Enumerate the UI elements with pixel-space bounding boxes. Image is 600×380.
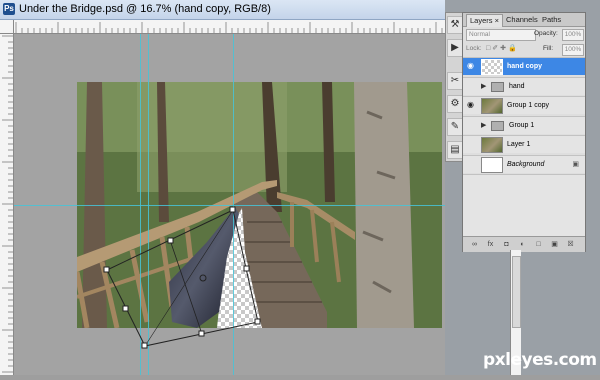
lock-icon: ▣: [572, 160, 579, 168]
panel-tab-bar: Layers × Channels Paths: [463, 13, 585, 27]
horizontal-ruler[interactable]: [0, 20, 445, 34]
layer-row[interactable]: Background ▣: [463, 154, 585, 173]
fill-field[interactable]: 100%: [562, 44, 584, 56]
tab-layers[interactable]: Layers ×: [466, 14, 503, 27]
mask-icon[interactable]: ◘: [501, 239, 512, 250]
layer-thumbnail[interactable]: [481, 98, 503, 114]
new-group-icon[interactable]: □: [533, 239, 544, 250]
visibility-toggle[interactable]: [465, 119, 476, 131]
layer-name: hand: [509, 82, 525, 90]
layer-thumbnail[interactable]: [481, 59, 503, 75]
scissors-icon[interactable]: ✂: [447, 72, 463, 90]
opacity-field[interactable]: 100%: [562, 29, 584, 41]
guide-vertical[interactable]: [140, 34, 141, 375]
layer-row[interactable]: Layer 1: [463, 135, 585, 153]
document-title-bar[interactable]: Ps Under the Bridge.psd @ 16.7% (hand co…: [0, 0, 445, 20]
layer-thumbnail[interactable]: [481, 137, 503, 153]
scrollbar-thumb[interactable]: [512, 256, 521, 328]
folder-icon: [491, 81, 504, 92]
layer-row[interactable]: ▶ hand: [463, 76, 585, 95]
trash-icon[interactable]: ☒: [565, 239, 576, 250]
video-icon[interactable]: ▶: [447, 39, 463, 57]
layer-row[interactable]: ▶ Group 1: [463, 115, 585, 134]
gear-icon[interactable]: ⚙: [447, 95, 463, 113]
layer-name: Layer 1: [507, 141, 531, 148]
eye-icon[interactable]: ◉: [465, 99, 476, 111]
history-brush-icon[interactable]: ⚒: [447, 16, 463, 34]
photoshop-icon: Ps: [3, 3, 15, 15]
watermark: pxleyes.com: [483, 350, 597, 370]
collapsed-panels-strip: ⚒ ▶ ✂ ⚙ ✎ ▤: [445, 12, 463, 162]
link-icon[interactable]: ∞: [469, 239, 480, 250]
fill-label: Fill:: [543, 45, 554, 52]
layer-row[interactable]: ◉ hand copy: [463, 57, 585, 75]
layer-name: hand copy: [507, 63, 543, 70]
layers-footer: ∞ fx ◘ ◐ □ ▣ ☒: [463, 236, 585, 252]
tab-paths[interactable]: Paths: [539, 14, 564, 26]
lock-icons[interactable]: □✐✚🔒: [486, 44, 519, 54]
blend-mode-select[interactable]: Normal: [466, 29, 536, 41]
opacity-label: Opacity:: [534, 30, 558, 37]
brush-icon[interactable]: ✎: [447, 118, 463, 136]
vertical-ruler[interactable]: [0, 20, 14, 375]
expand-triangle-icon[interactable]: ▶: [481, 121, 486, 130]
layer-name: Group 1: [509, 121, 535, 129]
visibility-toggle[interactable]: [465, 80, 476, 92]
layer-name: Background: [507, 160, 545, 168]
tab-channels[interactable]: Channels: [503, 14, 541, 26]
layer-thumbnail[interactable]: [481, 156, 503, 173]
visibility-toggle[interactable]: [465, 158, 476, 170]
guide-horizontal[interactable]: [14, 205, 445, 206]
layers-empty-area: [463, 174, 585, 237]
fx-icon[interactable]: fx: [485, 239, 496, 250]
new-layer-icon[interactable]: ▣: [549, 239, 560, 250]
folder-icon: [491, 120, 504, 131]
guide-vertical[interactable]: [148, 34, 149, 375]
ruler-origin[interactable]: [0, 20, 14, 34]
expand-triangle-icon[interactable]: ▶: [481, 82, 486, 91]
visibility-toggle[interactable]: [465, 138, 476, 150]
layer-name: Group 1 copy: [507, 102, 550, 109]
document-title: Under the Bridge.psd @ 16.7% (hand copy,…: [19, 3, 271, 15]
guide-vertical[interactable]: [233, 34, 234, 375]
layers-panel: Layers × Channels Paths Normal Opacity: …: [462, 12, 586, 252]
adjustment-icon[interactable]: ◐: [517, 239, 528, 250]
eye-icon[interactable]: ◉: [465, 60, 476, 72]
lock-label: Lock:: [466, 45, 482, 52]
layer-row[interactable]: ◉ Group 1 copy: [463, 96, 585, 114]
document-icon[interactable]: ▤: [447, 141, 463, 159]
